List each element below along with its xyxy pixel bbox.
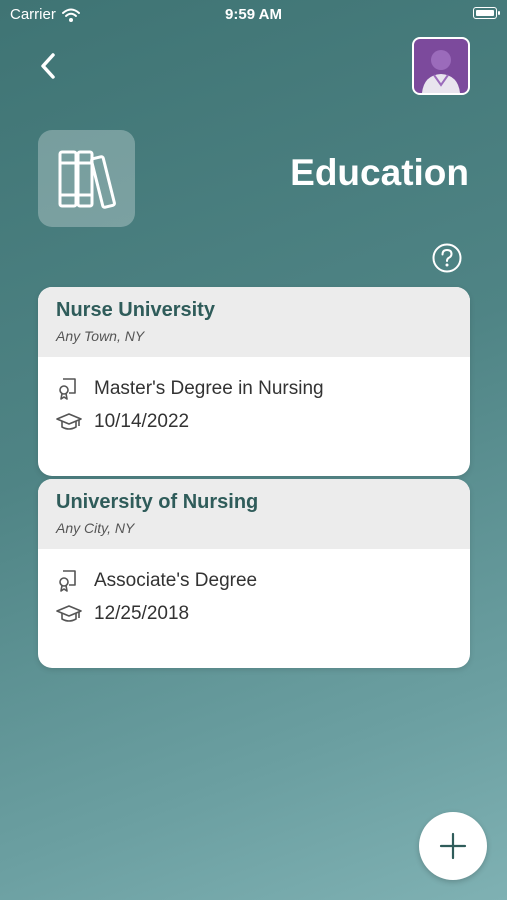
graduation-cap-icon (56, 601, 82, 627)
education-card[interactable]: Nurse University Any Town, NY Master's D… (38, 287, 470, 476)
nurse-avatar-icon (414, 39, 468, 93)
degree-row: Associate's Degree (56, 564, 452, 597)
date-row: 10/14/2022 (56, 405, 452, 438)
graduation-date: 12/25/2018 (94, 602, 190, 624)
section-icon-tile (38, 130, 135, 227)
page-title: Education (290, 152, 469, 193)
card-body: Associate's Degree 12/25/2018 (38, 564, 470, 668)
books-icon (58, 150, 116, 209)
diploma-icon (56, 568, 82, 594)
diploma-icon (56, 376, 82, 402)
degree-text: Master's Degree in Nursing (94, 377, 324, 399)
question-circle-icon (432, 243, 462, 273)
plus-icon (439, 832, 467, 860)
degree-text: Associate's Degree (94, 569, 258, 591)
back-button[interactable] (34, 48, 64, 84)
school-location: Any City, NY (56, 520, 135, 536)
help-button[interactable] (432, 243, 462, 273)
school-name: University of Nursing (56, 491, 259, 513)
education-card[interactable]: University of Nursing Any City, NY Assoc… (38, 479, 470, 668)
school-name: Nurse University (56, 299, 215, 321)
card-body: Master's Degree in Nursing 10/14/2022 (38, 372, 470, 476)
card-header: University of Nursing Any City, NY (38, 479, 470, 549)
degree-row: Master's Degree in Nursing (56, 372, 452, 405)
graduation-date: 10/14/2022 (94, 410, 190, 432)
status-bar: Carrier 9:59 AM (0, 0, 507, 28)
date-row: 12/25/2018 (56, 597, 452, 630)
battery-icon (473, 7, 500, 19)
chevron-left-icon (41, 53, 55, 79)
status-time: 9:59 AM (225, 6, 282, 23)
graduation-cap-icon (56, 409, 82, 435)
add-education-button[interactable] (419, 812, 487, 880)
school-location: Any Town, NY (56, 328, 145, 344)
avatar[interactable] (412, 37, 470, 95)
card-header: Nurse University Any Town, NY (38, 287, 470, 357)
